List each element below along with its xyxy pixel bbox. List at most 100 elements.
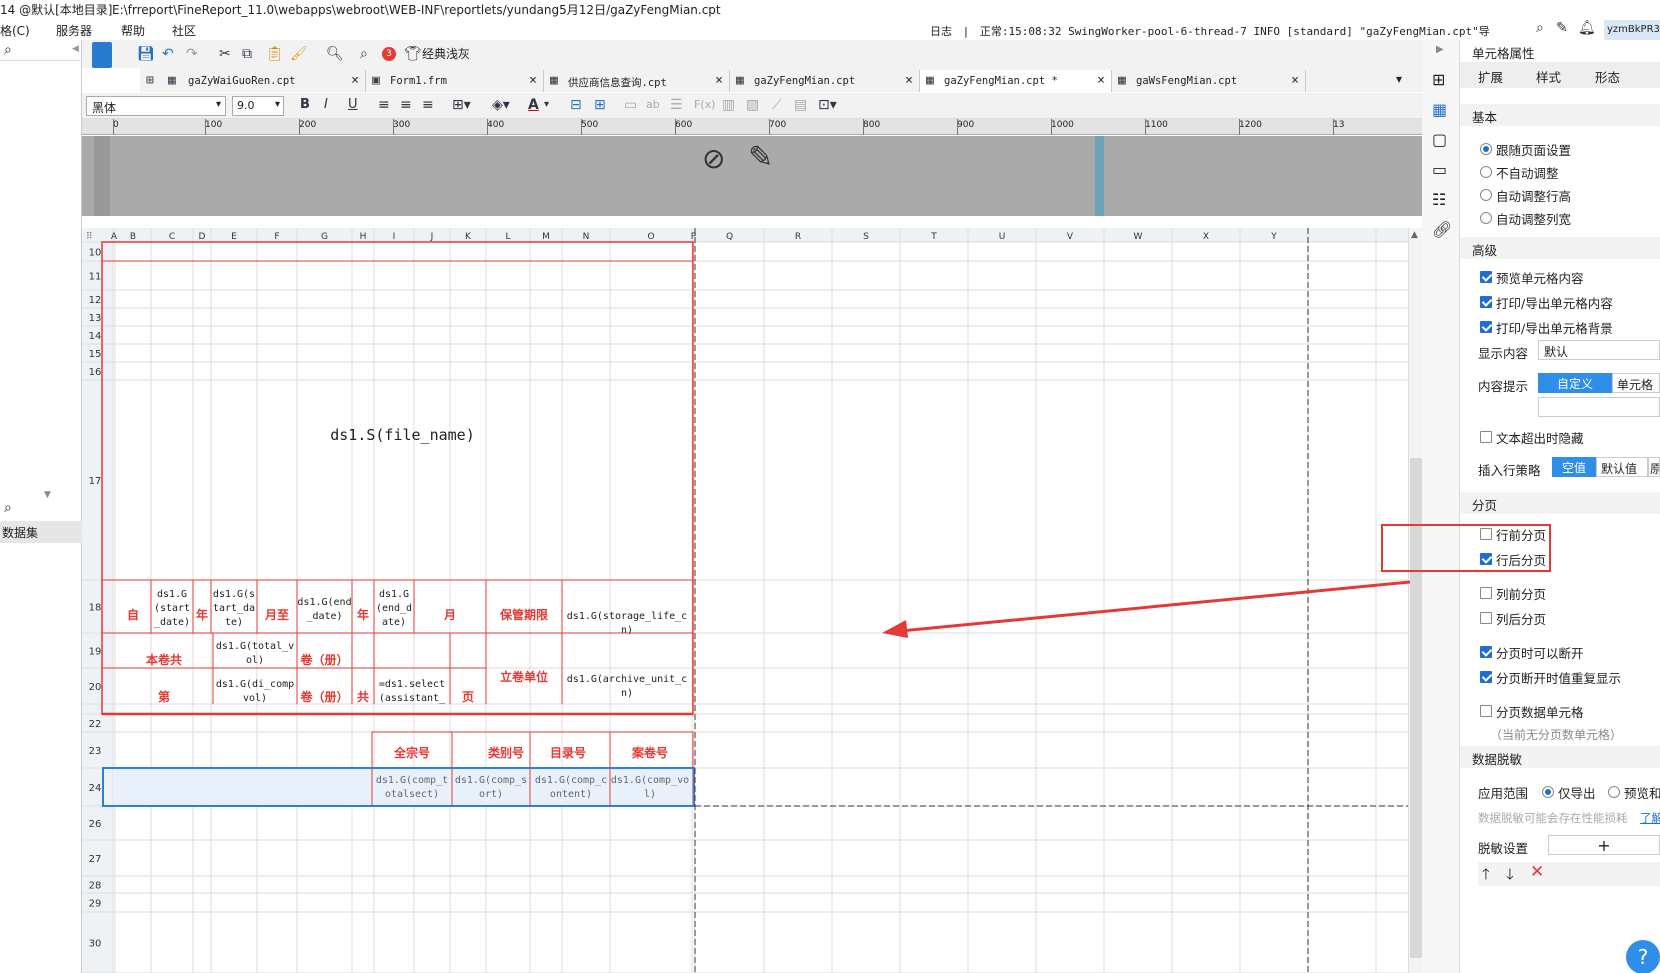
float-element-icon[interactable]: ▢ xyxy=(1432,130,1447,149)
tab-supplier-query[interactable]: ▦ 供应商信息查询.cpt × xyxy=(544,70,730,92)
basic-section-title[interactable]: 基本 xyxy=(1460,104,1660,126)
cell-benjuangong[interactable]: 本卷共 xyxy=(115,653,213,667)
eye-slash-icon[interactable]: ⊘ xyxy=(702,142,725,175)
menu-item-format[interactable]: 格(C) xyxy=(0,22,30,39)
radio-follow-page[interactable] xyxy=(1480,143,1492,155)
menu-item-community[interactable]: 社区 xyxy=(172,22,196,39)
cell-ye[interactable]: 页 xyxy=(450,690,486,704)
chart-icon[interactable]: ▥ xyxy=(722,95,735,115)
cell-quanzong[interactable]: 全宗号 xyxy=(374,746,450,760)
radio-no-adjust[interactable] xyxy=(1480,166,1492,178)
cell-yuezhi[interactable]: 月至 xyxy=(257,608,297,622)
align-center-icon[interactable]: ≡ xyxy=(400,95,412,115)
notification-badge[interactable]: 3 xyxy=(382,47,396,61)
chevron-down-icon[interactable]: ▾ xyxy=(544,95,549,115)
theme-icon[interactable]: 👕︎ xyxy=(404,44,422,64)
hint-custom-button[interactable]: 自定义 xyxy=(1538,373,1612,393)
cell-start-date-2[interactable]: ds1.G(start_date) xyxy=(211,588,257,628)
align-right-icon[interactable]: ≡ xyxy=(422,95,434,115)
cell-baoguan[interactable]: 保管期限 xyxy=(486,608,562,622)
cell-yue[interactable]: 月 xyxy=(414,608,486,622)
checkbox-data-cell[interactable] xyxy=(1480,705,1492,717)
condition-icon[interactable]: ☷ xyxy=(1432,190,1446,209)
cell-nian-2[interactable]: 年 xyxy=(352,608,374,622)
cell-mulu[interactable]: 目录号 xyxy=(530,746,606,760)
collapse-arrow-icon[interactable]: ▼ xyxy=(44,490,51,500)
cell-end-date-2[interactable]: ds1.G(end_date) xyxy=(374,588,414,628)
cell-di-compvol[interactable]: ds1.G(di_compvol) xyxy=(213,678,297,708)
cell-lijuan[interactable]: 立卷单位 xyxy=(486,670,562,684)
search-icon[interactable]: ⌕ xyxy=(1536,20,1544,36)
edit-doc-icon[interactable]: ✎ xyxy=(1556,20,1568,36)
checkbox-preview[interactable] xyxy=(1480,271,1492,283)
checkbox-print-content[interactable] xyxy=(1480,296,1492,308)
underline-button[interactable]: U xyxy=(348,95,358,115)
pencil-icon[interactable]: ✎ xyxy=(748,140,773,175)
theme-label[interactable]: 经典浅灰 xyxy=(422,45,470,62)
search-icon[interactable]: ⌕ xyxy=(4,42,12,58)
cell-comp-totalsect[interactable]: ds1.G(comp_totalsect) xyxy=(374,774,450,804)
redo-icon[interactable]: ↷ xyxy=(186,44,198,64)
expand-right-icon[interactable]: ▶ xyxy=(1436,44,1444,55)
search-icon-2[interactable]: ⌕ xyxy=(4,500,12,516)
cell-juance-2[interactable]: 卷（册） xyxy=(297,690,352,704)
layout-icon[interactable]: ⊡▾ xyxy=(818,95,837,115)
checkbox-after-col[interactable] xyxy=(1480,612,1492,624)
hint-input[interactable] xyxy=(1538,397,1660,417)
border-icon[interactable]: ⊞▾ xyxy=(452,95,471,115)
help-button[interactable]: ? xyxy=(1626,940,1660,973)
cell-juance-1[interactable]: 卷（册） xyxy=(297,653,352,667)
cell-di[interactable]: 第 xyxy=(115,690,213,704)
cell-attr-icon[interactable]: ▦ xyxy=(1432,100,1447,119)
tab-form[interactable]: 形态 xyxy=(1595,67,1620,86)
close-icon[interactable]: × xyxy=(715,73,723,88)
paste-icon[interactable]: 📋︎ xyxy=(266,44,284,64)
hint-cell-button[interactable]: 单元格 xyxy=(1612,373,1660,393)
log-label[interactable]: 日志 xyxy=(930,25,952,38)
checkbox-can-break[interactable] xyxy=(1480,646,1492,658)
user-name[interactable]: yzmBkPR3 xyxy=(1604,20,1660,40)
cell-comp-content[interactable]: ds1.G(comp_content) xyxy=(532,774,610,804)
cell-anjuan[interactable]: 案卷号 xyxy=(610,746,690,760)
desens-section-title[interactable]: 数据脱敏 xyxy=(1460,746,1660,768)
tab-menu-icon[interactable]: ▾ xyxy=(1396,72,1402,86)
sub-report-icon[interactable]: ▤ xyxy=(794,95,807,115)
checkbox-repeat[interactable] xyxy=(1480,671,1492,683)
tab-expand[interactable]: 扩展 xyxy=(1478,67,1503,86)
checkbox-overflow-hide[interactable] xyxy=(1480,431,1492,443)
cell-start-date-1[interactable]: ds1.G(start_date) xyxy=(151,588,193,628)
close-icon[interactable]: × xyxy=(351,73,359,88)
arrow-up-icon[interactable]: 🡑 xyxy=(1482,864,1490,889)
insert-original-button[interactable]: 原 xyxy=(1648,457,1660,477)
unmerge-cells-icon[interactable]: ⊞ xyxy=(594,95,606,115)
collapse-left-icon[interactable]: ◀ xyxy=(72,44,79,54)
cell-storage-life[interactable]: ds1.G(storage_life_cn) xyxy=(562,610,692,638)
dataset-tab[interactable]: 数据集 xyxy=(0,521,82,543)
radio-preview-and[interactable] xyxy=(1608,786,1620,798)
cell-archive-unit[interactable]: ds1.G(archive_unit_cn) xyxy=(562,673,692,701)
scroll-up-icon[interactable]: ▲ xyxy=(1411,230,1418,240)
display-content-select[interactable]: 默认 xyxy=(1538,340,1660,360)
search-replace-icon[interactable]: ⌕ xyxy=(360,44,368,64)
text-icon[interactable]: ab xyxy=(646,95,660,115)
copy-icon[interactable]: ⧉ xyxy=(242,44,252,64)
bell-icon[interactable]: 🔔︎ xyxy=(1578,20,1596,36)
tab-style[interactable]: 样式 xyxy=(1536,67,1561,86)
menu-item-help[interactable]: 帮助 xyxy=(121,22,145,39)
cell-zi[interactable]: 自 xyxy=(115,608,151,622)
cell-file-name[interactable]: ds1.S(file_name) xyxy=(115,428,690,443)
hyperlink-icon[interactable]: 🔗︎ xyxy=(1432,220,1452,239)
preview-icon[interactable]: 🔍︎ xyxy=(326,44,344,64)
format-painter-icon[interactable]: 🖌︎ xyxy=(290,44,308,64)
formula-icon[interactable]: F(x) xyxy=(694,95,715,115)
align-left-icon[interactable]: ≡ xyxy=(378,95,390,115)
cut-icon[interactable]: ✂ xyxy=(219,44,231,64)
delete-icon[interactable]: ✕ xyxy=(1530,862,1544,882)
text-color-button[interactable]: A xyxy=(528,95,539,115)
cell-gong[interactable]: 共 xyxy=(352,690,374,704)
template-icon[interactable] xyxy=(92,42,112,68)
radio-export-only[interactable] xyxy=(1542,786,1554,798)
close-icon[interactable]: × xyxy=(1291,73,1299,88)
close-icon[interactable]: × xyxy=(529,73,537,88)
checkbox-before-col[interactable] xyxy=(1480,587,1492,599)
